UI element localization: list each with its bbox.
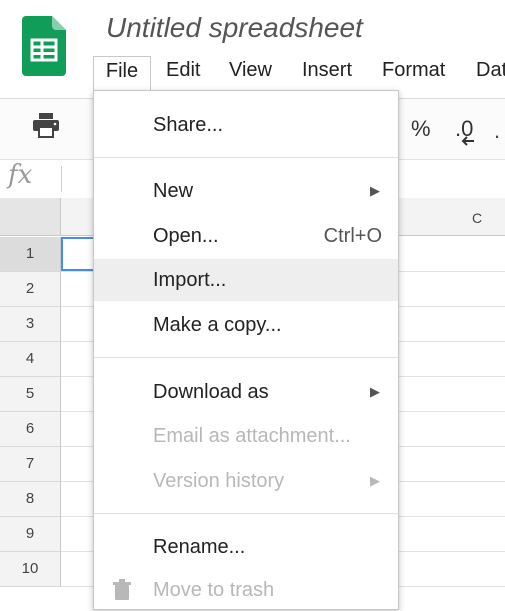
menu-item-version-history[interactable]: Version history ▶ — [94, 460, 398, 502]
menu-item-label: Version history — [153, 470, 285, 492]
row-header-8[interactable]: 8 — [0, 482, 61, 517]
menu-item-label: Move to trash — [153, 579, 275, 601]
percent-format-button[interactable]: % — [411, 116, 431, 142]
menu-separator — [94, 157, 398, 158]
menu-item-make-a-copy[interactable]: Make a copy... — [94, 304, 398, 346]
menu-item-label: Share... — [153, 114, 224, 136]
menu-file[interactable]: File — [93, 56, 151, 91]
menu-separator — [94, 357, 398, 358]
formula-bar-separator — [61, 166, 62, 192]
menu-format[interactable]: Format — [382, 56, 445, 86]
row-header-10[interactable]: 10 — [0, 552, 61, 587]
menu-item-label: New — [153, 180, 194, 202]
row-header-1[interactable]: 1 — [0, 237, 61, 272]
row-header-9[interactable]: 9 — [0, 517, 61, 552]
menu-item-label: Import... — [153, 269, 227, 291]
submenu-arrow-icon: ▶ — [370, 183, 380, 198]
document-title[interactable]: Untitled spreadsheet — [106, 12, 363, 44]
menu-view[interactable]: View — [229, 56, 272, 86]
menu-item-share[interactable]: Share... — [94, 104, 398, 146]
menu-item-move-to-trash[interactable]: Move to trash — [94, 569, 398, 611]
fx-label: fx — [8, 160, 33, 190]
menu-item-import[interactable]: Import... — [94, 259, 398, 301]
print-icon[interactable] — [32, 112, 60, 138]
trash-icon — [113, 579, 131, 600]
menu-data[interactable]: Data — [476, 56, 505, 86]
row-header-6[interactable]: 6 — [0, 412, 61, 447]
row-header-5[interactable]: 5 — [0, 377, 61, 412]
column-header-c[interactable]: C — [472, 210, 482, 226]
menu-item-new[interactable]: New ▶ — [94, 170, 398, 212]
menu-item-label: Open... — [153, 225, 219, 247]
menu-item-download-as[interactable]: Download as ▶ — [94, 371, 398, 413]
file-menu-dropdown: Share... New ▶ Open... Ctrl+O Import... … — [93, 90, 399, 610]
menu-item-email-as-attachment[interactable]: Email as attachment... — [94, 415, 398, 457]
text-format-icon[interactable]: . — [494, 118, 500, 144]
decrease-decimal-button[interactable]: .0 — [455, 116, 474, 146]
row-header-7[interactable]: 7 — [0, 447, 61, 482]
arrow-left-icon — [461, 136, 474, 146]
submenu-arrow-icon: ▶ — [370, 473, 380, 488]
select-all-corner[interactable] — [0, 198, 61, 236]
menu-item-label: Download as — [153, 381, 269, 403]
submenu-arrow-icon: ▶ — [370, 384, 380, 399]
row-header-4[interactable]: 4 — [0, 342, 61, 377]
menu-item-label: Email as attachment... — [153, 425, 351, 447]
menu-item-rename[interactable]: Rename... — [94, 526, 398, 568]
row-header-2[interactable]: 2 — [0, 272, 61, 307]
google-sheets-logo-icon[interactable] — [22, 16, 66, 76]
menu-insert[interactable]: Insert — [302, 56, 352, 86]
menu-item-label: Make a copy... — [153, 314, 282, 336]
row-header-3[interactable]: 3 — [0, 307, 61, 342]
menu-item-label: Rename... — [153, 536, 246, 558]
menu-item-open[interactable]: Open... Ctrl+O — [94, 215, 398, 257]
menu-edit[interactable]: Edit — [166, 56, 200, 86]
menu-separator — [94, 513, 398, 514]
menu-item-shortcut: Ctrl+O — [323, 225, 382, 247]
